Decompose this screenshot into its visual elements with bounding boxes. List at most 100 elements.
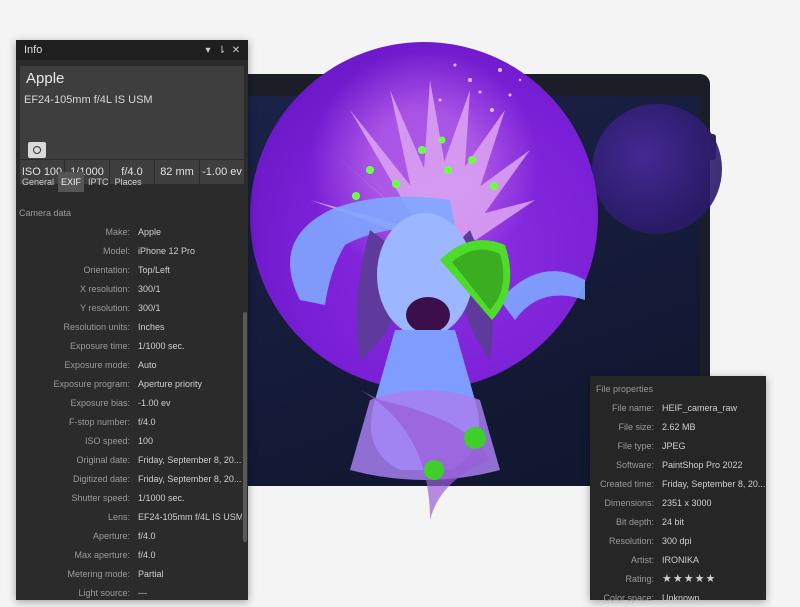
green-blob-1	[464, 427, 486, 449]
field-value: 300/1	[138, 283, 161, 294]
focal-length-stat: 82 mm	[154, 160, 199, 184]
green-blob-2	[424, 460, 444, 480]
expand-toggle-button[interactable]	[28, 142, 46, 158]
field-value: Top/Left	[138, 264, 171, 275]
field-row: Exposure mode: Auto	[16, 355, 242, 374]
field-value: Friday, September 8, 20...	[662, 478, 766, 489]
field-value: 300/1	[138, 302, 161, 313]
field-value: JPEG	[662, 440, 686, 451]
field-label: X resolution:	[79, 283, 130, 294]
section-file-properties: File properties	[596, 384, 654, 394]
field-label: Lens:	[107, 511, 130, 522]
field-value: 100	[138, 435, 154, 446]
info-panel-titlebar: Info ▾ ⇂ ✕	[16, 40, 248, 60]
field-row: Bit depth: 24 bit	[590, 512, 766, 531]
field-row: Model: iPhone 12 Pro	[16, 241, 242, 260]
field-value: Friday, September 8, 20...	[138, 454, 242, 465]
field-label: Light source:	[78, 587, 130, 598]
field-label: Color space:	[603, 592, 654, 603]
field-label: Bit depth:	[615, 516, 654, 527]
field-label: Y resolution:	[80, 302, 130, 313]
field-row: ISO speed: 100	[16, 431, 242, 450]
field-label: Exposure time:	[69, 340, 130, 351]
field-value: Unknown	[662, 592, 700, 603]
field-row: Original date: Friday, September 8, 20...	[16, 450, 242, 469]
field-label: Model:	[102, 245, 130, 256]
file-field-list: File name: HEIF_camera_raw File size: 2.62 …	[590, 398, 766, 607]
field-row: Software: PaintShop Pro 2022	[590, 455, 766, 474]
field-value: Inches	[138, 321, 165, 332]
tab-exif[interactable]: EXIF	[58, 172, 85, 192]
field-value: IRONIKA	[662, 554, 700, 565]
field-label: Metering mode:	[67, 568, 130, 579]
field-row: Color space: Unknown	[590, 588, 766, 607]
field-value: Friday, September 8, 20...	[138, 473, 242, 484]
field-row: Aperture: f/4.0	[16, 526, 242, 545]
field-label: Artist:	[630, 554, 654, 565]
field-label: Digitized date:	[72, 473, 130, 484]
field-row: Metering mode: Partial	[16, 564, 242, 583]
field-value: 2.62 MB	[662, 421, 696, 432]
field-row: Shutter speed: 1/1000 sec.	[16, 488, 242, 507]
field-value: f/4.0	[138, 530, 156, 541]
file-properties-panel: File properties File name: HEIF_camera_ra…	[590, 376, 766, 603]
section-camera-data: Camera data	[19, 208, 72, 218]
field-row: Exposure bias: -1.00 ev	[16, 393, 242, 412]
field-row: Lens: EF24-105mm f/4L IS USM	[16, 507, 242, 526]
field-value: ★★★★★	[662, 573, 717, 585]
field-value: 1/1000 sec.	[138, 492, 185, 503]
field-label: Exposure program:	[53, 378, 130, 389]
field-label: Rating:	[625, 573, 654, 584]
field-label: File type:	[617, 440, 654, 451]
field-row: Max aperture: f/4.0	[16, 545, 242, 564]
mouth	[406, 297, 450, 333]
field-row: Orientation: Top/Left	[16, 260, 242, 279]
toggle-icon	[33, 146, 41, 154]
scrollbar[interactable]	[243, 200, 247, 600]
exif-field-list: Make: Apple Model: iPhone 12 Pro Orientation…	[16, 222, 242, 602]
field-value: f/4.0	[138, 549, 156, 560]
tab-general[interactable]: General	[20, 172, 56, 192]
field-label: Software:	[615, 459, 654, 470]
field-label: File size:	[618, 421, 654, 432]
field-value: Apple	[138, 226, 162, 237]
field-row: File type: JPEG	[590, 436, 766, 455]
field-value: ---	[138, 587, 147, 598]
field-label: ISO speed:	[84, 435, 130, 446]
exposure-bias-stat: -1.00 ev	[199, 160, 244, 184]
field-label: Resolution units:	[63, 321, 130, 332]
field-label: Aperture:	[92, 530, 130, 541]
field-value: f/4.0	[138, 416, 156, 427]
field-value: Auto	[138, 359, 157, 370]
field-label: Shutter speed:	[71, 492, 130, 503]
lens-name: EF24-105mm f/4L IS USM	[24, 94, 153, 106]
field-row: Light source: ---	[16, 583, 242, 602]
camera-make: Apple	[26, 70, 65, 87]
field-label: Resolution:	[608, 535, 654, 546]
field-value: Aperture priority	[138, 378, 203, 389]
field-row: Artist: IRONIKA	[590, 550, 766, 569]
field-row: Rating: ★★★★★	[590, 569, 766, 588]
field-row: Make: Apple	[16, 222, 242, 241]
pin-icon[interactable]: ⇂	[216, 45, 228, 56]
field-value: HEIF_camera_raw	[662, 402, 738, 413]
panel-menu-icon[interactable]: ▾	[202, 45, 214, 56]
tab-iptc[interactable]: IPTC	[86, 172, 111, 192]
field-label: Dimensions:	[604, 497, 654, 508]
info-tabs: General EXIF IPTC Places	[20, 172, 144, 192]
right-arm	[500, 271, 585, 320]
field-row: Y resolution: 300/1	[16, 298, 242, 317]
field-value: Partial	[138, 568, 164, 579]
field-label: F-stop number:	[68, 416, 130, 427]
close-icon[interactable]: ✕	[230, 45, 242, 56]
field-label: Created time:	[599, 478, 654, 489]
scrollbar-thumb[interactable]	[243, 312, 247, 542]
field-value: iPhone 12 Pro	[138, 245, 196, 256]
field-value: 24 bit	[662, 516, 685, 527]
camera-summary: Apple EF24-105mm f/4L IS USM ISO 100 1/1…	[20, 66, 244, 184]
field-value: 2351 x 3000	[662, 497, 712, 508]
field-row: Created time: Friday, September 8, 20...	[590, 474, 766, 493]
field-row: File name: HEIF_camera_raw	[590, 398, 766, 417]
tab-places[interactable]: Places	[113, 172, 144, 192]
field-label: Max aperture:	[74, 549, 130, 560]
